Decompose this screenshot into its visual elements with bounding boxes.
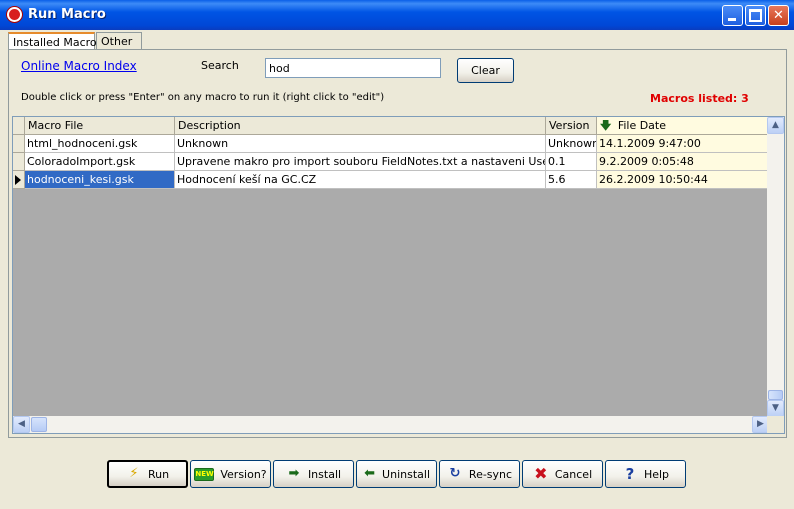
install-button-label: Install [307, 467, 342, 481]
scroll-up-icon[interactable]: ▲ [767, 117, 784, 134]
run-button-label: Run [147, 467, 170, 481]
resync-button-label: Re-sync [468, 467, 513, 481]
close-button[interactable]: ✕ [768, 5, 789, 26]
online-macro-index-link[interactable]: Online Macro Index [21, 59, 137, 73]
cell-description[interactable]: Upravene makro pro import souboru FieldN… [175, 153, 546, 171]
title-bar[interactable]: Run Macro ✕ [0, 0, 794, 30]
lightning-icon: ⚡ [129, 466, 139, 481]
column-header-file-date-label: File Date [617, 119, 667, 132]
scroll-down-icon[interactable]: ▼ [767, 400, 784, 417]
cancel-button[interactable]: ✖ Cancel [522, 460, 603, 488]
cancel-button-label: Cancel [554, 467, 593, 481]
window-title: Run Macro [28, 7, 106, 22]
instructions-text: Double click or press "Enter" on any mac… [21, 92, 385, 103]
macro-grid[interactable]: Macro File Description Version 🡇 File Da… [12, 116, 785, 434]
column-header-description[interactable]: Description [175, 117, 546, 135]
vertical-scrollbar[interactable]: ▲ ▼ [767, 117, 784, 417]
column-header-version[interactable]: Version [546, 117, 597, 135]
cell-macro-file[interactable]: html_hodnoceni.gsk [25, 135, 175, 153]
column-header-file-date[interactable]: 🡇 File Date [597, 117, 769, 135]
table-row[interactable]: ColoradoImport.gsk Upravene makro pro im… [13, 153, 769, 171]
table-row[interactable]: html_hodnoceni.gsk Unknown Unknown 14.1.… [13, 135, 769, 153]
arrow-right-icon: ➡ [288, 466, 300, 481]
install-button[interactable]: ➡ Install [273, 460, 354, 488]
scroll-left-icon[interactable]: ◀ [13, 416, 30, 433]
close-icon: ✕ [773, 8, 784, 23]
cell-file-date[interactable]: 9.2.2009 0:05:48 [597, 153, 769, 171]
scrollbar-corner [767, 416, 784, 433]
horizontal-scrollbar[interactable]: ◀ ▶ [13, 416, 769, 433]
maximize-icon [749, 9, 762, 22]
minimize-icon [728, 18, 736, 21]
cell-version[interactable]: 0.1 [546, 153, 597, 171]
help-button-label: Help [643, 467, 670, 481]
horizontal-scroll-thumb[interactable] [31, 417, 47, 432]
row-header[interactable] [13, 135, 25, 153]
help-button[interactable]: ? Help [605, 460, 686, 488]
cell-description[interactable]: Unknown [175, 135, 546, 153]
tab-panel: Online Macro Index Search Clear Double c… [8, 49, 787, 438]
tab-installed-macros[interactable]: Installed Macros [8, 32, 102, 50]
resync-button[interactable]: ↻ Re-sync [439, 460, 520, 488]
column-header-macro-file[interactable]: Macro File [25, 117, 175, 135]
gsak-app-icon [6, 6, 23, 23]
question-icon: ? [625, 465, 635, 483]
maximize-button[interactable] [745, 5, 766, 26]
current-row-pointer-icon [15, 175, 21, 185]
version-button[interactable]: NEW Version? [190, 460, 271, 488]
minimize-button[interactable] [722, 5, 743, 26]
refresh-icon: ↻ [449, 466, 461, 481]
cell-version[interactable]: Unknown [546, 135, 597, 153]
cell-macro-file[interactable]: hodnoceni_kesi.gsk [25, 171, 175, 189]
cell-version[interactable]: 5.6 [546, 171, 597, 189]
row-header[interactable] [13, 171, 25, 189]
cell-file-date[interactable]: 14.1.2009 9:47:00 [597, 135, 769, 153]
uninstall-button-label: Uninstall [382, 467, 430, 481]
tab-other[interactable]: Other [96, 32, 142, 49]
run-button[interactable]: ⚡ Run [107, 460, 188, 488]
search-label: Search [201, 59, 239, 72]
search-input[interactable] [265, 58, 441, 78]
vertical-scroll-thumb[interactable] [768, 390, 783, 400]
arrow-left-icon: ⬅ [364, 466, 375, 481]
new-badge-icon: NEW [194, 467, 215, 481]
sort-down-arrow-icon: 🡇 [600, 119, 612, 132]
cell-macro-file[interactable]: ColoradoImport.gsk [25, 153, 175, 171]
row-header[interactable] [13, 153, 25, 171]
run-macro-window: Run Macro ✕ Installed Macros Other Onlin… [0, 0, 794, 509]
cell-file-date[interactable]: 26.2.2009 10:50:44 [597, 171, 769, 189]
version-button-label: Version? [220, 467, 267, 481]
clear-button[interactable]: Clear [457, 58, 514, 83]
table-row[interactable]: hodnoceni_kesi.gsk Hodnocení keší na GC.… [13, 171, 769, 189]
macros-count: Macros listed: 3 [650, 92, 749, 105]
cancel-x-icon: ✖ [534, 464, 548, 483]
uninstall-button[interactable]: ⬅ Uninstall [356, 460, 437, 488]
cell-description[interactable]: Hodnocení keší na GC.CZ [175, 171, 546, 189]
grid-corner-header [13, 117, 25, 135]
